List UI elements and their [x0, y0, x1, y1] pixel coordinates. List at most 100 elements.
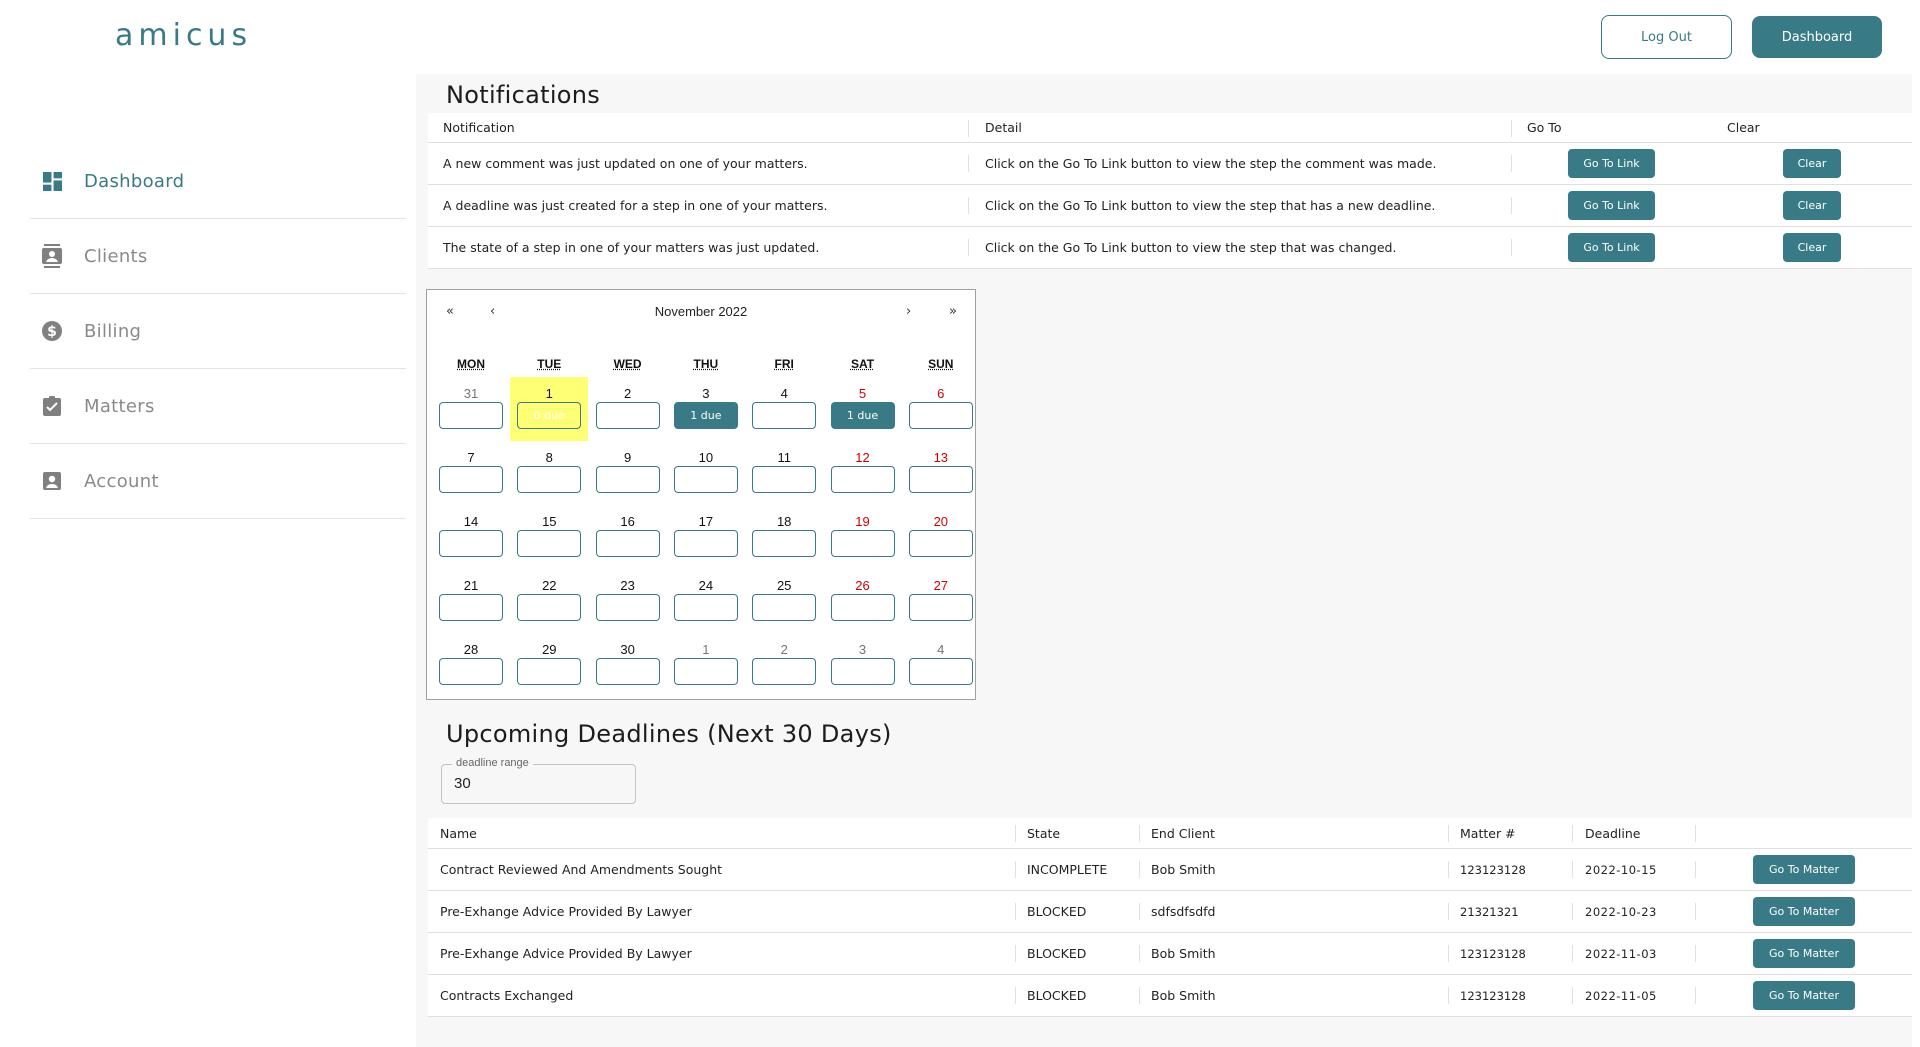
calendar-day[interactable]: 31 due	[667, 377, 745, 441]
due-count-badge[interactable]	[595, 530, 660, 557]
next-month-button[interactable]: ›	[906, 304, 911, 319]
due-count-badge[interactable]	[752, 594, 817, 621]
due-count-badge[interactable]: 1 due	[830, 402, 895, 429]
go-to-matter-button[interactable]: Go To Matter	[1753, 855, 1855, 884]
calendar-day[interactable]: 21	[432, 569, 510, 633]
calendar-day[interactable]: 26	[824, 569, 902, 633]
calendar-day[interactable]: 25	[745, 569, 823, 633]
due-count-badge[interactable]	[752, 658, 817, 685]
calendar-month-label[interactable]: November 2022	[427, 304, 975, 319]
due-count-badge[interactable]	[517, 658, 582, 685]
sidebar-item-clients[interactable]: Clients	[30, 219, 406, 294]
calendar-day[interactable]: 20	[902, 505, 980, 569]
go-to-matter-button[interactable]: Go To Matter	[1753, 939, 1855, 968]
due-count-badge[interactable]	[595, 402, 660, 429]
next-year-button[interactable]: »	[949, 304, 957, 319]
calendar-day[interactable]: 1	[667, 633, 745, 697]
calendar-day[interactable]: 10 due	[510, 377, 589, 441]
due-count-badge[interactable]: 0 due	[517, 402, 582, 429]
go-to-link-button[interactable]: Go To Link	[1568, 191, 1655, 220]
due-count-badge[interactable]	[752, 530, 817, 557]
due-count-badge[interactable]	[673, 466, 738, 493]
calendar-day[interactable]: 18	[745, 505, 823, 569]
due-count-badge[interactable]	[673, 530, 738, 557]
due-count-badge[interactable]	[517, 530, 582, 557]
sidebar: Dashboard Clients $ Billing Matters Acco…	[0, 74, 416, 1047]
due-count-badge[interactable]	[673, 594, 738, 621]
due-count-badge[interactable]	[673, 658, 738, 685]
due-count-badge[interactable]	[595, 466, 660, 493]
due-count-badge[interactable]	[439, 658, 503, 685]
due-count-badge[interactable]: 1 due	[673, 402, 738, 429]
due-count-badge[interactable]	[439, 594, 503, 621]
notification-detail: Click on the Go To Link button to view t…	[985, 198, 1436, 213]
deadline-range-input[interactable]	[454, 775, 624, 792]
deadline-range-field[interactable]: deadline range	[441, 757, 636, 804]
due-count-badge[interactable]	[439, 530, 503, 557]
clear-button[interactable]: Clear	[1783, 191, 1841, 220]
calendar-day[interactable]: 31	[432, 377, 510, 441]
due-count-badge[interactable]	[830, 594, 895, 621]
sidebar-item-matters[interactable]: Matters	[30, 369, 406, 444]
due-count-badge[interactable]	[595, 594, 660, 621]
sidebar-item-dashboard[interactable]: Dashboard	[30, 144, 406, 219]
day-number: 16	[620, 514, 635, 529]
go-to-matter-button[interactable]: Go To Matter	[1753, 897, 1855, 926]
due-count-badge[interactable]	[517, 594, 582, 621]
column-separator	[968, 197, 969, 214]
calendar-day[interactable]: 4	[902, 633, 980, 697]
calendar-day[interactable]: 14	[432, 505, 510, 569]
calendar-day[interactable]: 2	[589, 377, 667, 441]
calendar-day[interactable]: 28	[432, 633, 510, 697]
calendar-day[interactable]: 9	[589, 441, 667, 505]
calendar-day[interactable]: 11	[745, 441, 823, 505]
calendar-day[interactable]: 12	[824, 441, 902, 505]
calendar-day[interactable]: 4	[745, 377, 823, 441]
app-logo[interactable]: amicus	[115, 18, 252, 53]
due-count-badge[interactable]	[908, 466, 973, 493]
calendar-day[interactable]: 15	[510, 505, 588, 569]
due-count-badge[interactable]	[830, 466, 895, 493]
calendar-day[interactable]: 30	[589, 633, 667, 697]
column-separator	[1511, 120, 1512, 137]
due-count-badge[interactable]	[908, 594, 973, 621]
calendar-day[interactable]: 19	[824, 505, 902, 569]
due-count-badge[interactable]	[752, 402, 817, 429]
calendar-day[interactable]: 29	[510, 633, 588, 697]
calendar-day[interactable]: 3	[824, 633, 902, 697]
calendar-day[interactable]: 24	[667, 569, 745, 633]
due-count-badge[interactable]	[908, 658, 973, 685]
calendar-day[interactable]: 7	[432, 441, 510, 505]
calendar-day[interactable]: 17	[667, 505, 745, 569]
logout-button[interactable]: Log Out	[1601, 15, 1732, 59]
clear-button[interactable]: Clear	[1783, 149, 1841, 178]
calendar-day[interactable]: 10	[667, 441, 745, 505]
calendar-day[interactable]: 6	[902, 377, 980, 441]
calendar-day[interactable]: 2	[745, 633, 823, 697]
due-count-badge[interactable]	[908, 530, 973, 557]
column-separator	[968, 120, 969, 137]
sidebar-item-billing[interactable]: $ Billing	[30, 294, 406, 369]
due-count-badge[interactable]	[439, 466, 503, 493]
due-count-badge[interactable]	[752, 466, 817, 493]
due-count-badge[interactable]	[908, 402, 973, 429]
calendar-day[interactable]: 22	[510, 569, 588, 633]
sidebar-item-account[interactable]: Account	[30, 444, 406, 519]
calendar-day[interactable]: 23	[589, 569, 667, 633]
due-count-badge[interactable]	[830, 530, 895, 557]
calendar-day[interactable]: 51 due	[824, 377, 902, 441]
account-box-icon	[42, 471, 62, 491]
clear-button[interactable]: Clear	[1783, 233, 1841, 262]
calendar-day[interactable]: 16	[589, 505, 667, 569]
go-to-matter-button[interactable]: Go To Matter	[1753, 981, 1855, 1010]
dashboard-button[interactable]: Dashboard	[1752, 16, 1882, 58]
due-count-badge[interactable]	[595, 658, 660, 685]
calendar-day[interactable]: 27	[902, 569, 980, 633]
due-count-badge[interactable]	[830, 658, 895, 685]
calendar-day[interactable]: 13	[902, 441, 980, 505]
go-to-link-button[interactable]: Go To Link	[1568, 149, 1655, 178]
due-count-badge[interactable]	[439, 402, 503, 429]
calendar-day[interactable]: 8	[510, 441, 588, 505]
due-count-badge[interactable]	[517, 466, 582, 493]
go-to-link-button[interactable]: Go To Link	[1568, 233, 1655, 262]
